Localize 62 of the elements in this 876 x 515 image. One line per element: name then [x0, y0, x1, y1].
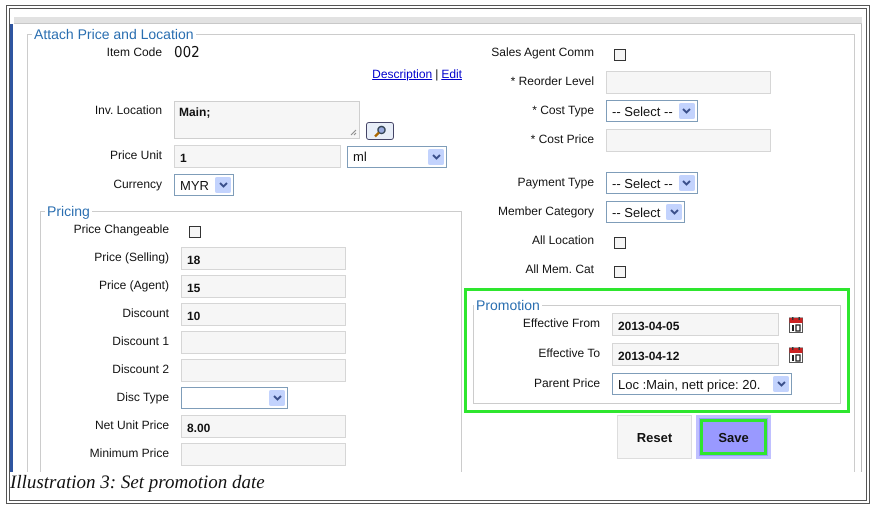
- field-label: All Mem. Cat: [524, 261, 595, 276]
- field-label: Parent Price: [532, 375, 601, 390]
- dropdown[interactable]: -- Select --: [606, 172, 698, 194]
- field-label: Sales Agent Comm: [490, 44, 595, 59]
- input-field[interactable]: [181, 331, 346, 354]
- field-label: Price Unit: [108, 147, 163, 162]
- edit-link[interactable]: Edit: [441, 67, 462, 81]
- field-label: Effective To: [537, 345, 601, 360]
- dropdown[interactable]: MYR: [174, 174, 234, 196]
- input-field[interactable]: 1: [174, 145, 341, 168]
- field-label: Net Unit Price: [94, 417, 170, 432]
- search-button[interactable]: [366, 122, 394, 140]
- field-label: Discount: [121, 305, 170, 320]
- checkbox[interactable]: [189, 226, 201, 238]
- input-field[interactable]: 8.00: [181, 415, 346, 438]
- dropdown[interactable]: -- Select --: [606, 100, 698, 122]
- section-title: Attach Price and Location: [33, 26, 195, 42]
- reset-button[interactable]: Reset: [617, 415, 692, 459]
- input-field[interactable]: 10: [181, 303, 346, 326]
- save-button[interactable]: Save: [696, 415, 771, 459]
- dropdown[interactable]: Loc :Main, nett price: 20.: [612, 373, 792, 395]
- checkbox[interactable]: [614, 266, 626, 278]
- input-field[interactable]: [181, 359, 346, 382]
- field-label: Item Code: [106, 44, 163, 59]
- field-label: Discount 2: [111, 361, 170, 376]
- input-field[interactable]: 15: [181, 275, 346, 298]
- calendar-icon[interactable]: [789, 316, 803, 332]
- section-title: Pricing: [46, 203, 91, 219]
- unit-dropdown[interactable]: ml: [347, 146, 447, 168]
- input-field[interactable]: [181, 443, 346, 466]
- text-area[interactable]: Main;: [174, 101, 360, 139]
- field-label: Price Changeable: [72, 221, 170, 236]
- field-label: All Location: [530, 232, 595, 247]
- field-label: Disc Type: [116, 389, 170, 404]
- field-label: Price (Agent): [98, 277, 170, 292]
- checkbox[interactable]: [614, 49, 626, 61]
- field-label: Minimum Price: [88, 445, 170, 460]
- dropdown[interactable]: -- Select: [606, 201, 686, 223]
- field-label: * Cost Type: [531, 102, 595, 117]
- field-label: Currency: [112, 176, 163, 191]
- magnifier-icon: [373, 124, 387, 138]
- field-label: Effective From: [522, 315, 601, 330]
- field-label: Member Category: [496, 203, 595, 218]
- description-link[interactable]: Description: [372, 67, 432, 81]
- field-label: Inv. Location: [94, 102, 163, 117]
- field-label: * Reorder Level: [510, 73, 595, 88]
- link-separator: |: [435, 67, 438, 81]
- calendar-icon[interactable]: [789, 346, 803, 362]
- item-code-value: 002: [174, 42, 201, 61]
- date-field[interactable]: 2013-04-05: [612, 313, 779, 336]
- resize-grip-icon[interactable]: [350, 129, 357, 136]
- field-label: Payment Type: [516, 174, 595, 189]
- input-field[interactable]: [606, 129, 771, 152]
- field-label: Discount 1: [111, 333, 170, 348]
- input-field[interactable]: [606, 71, 771, 94]
- section-title: Promotion: [475, 297, 541, 313]
- date-field[interactable]: 2013-04-12: [612, 343, 779, 366]
- dropdown[interactable]: [181, 387, 288, 409]
- input-field[interactable]: 18: [181, 247, 346, 270]
- checkbox[interactable]: [614, 237, 626, 249]
- field-label: Price (Selling): [93, 249, 170, 264]
- field-label: * Cost Price: [530, 131, 595, 146]
